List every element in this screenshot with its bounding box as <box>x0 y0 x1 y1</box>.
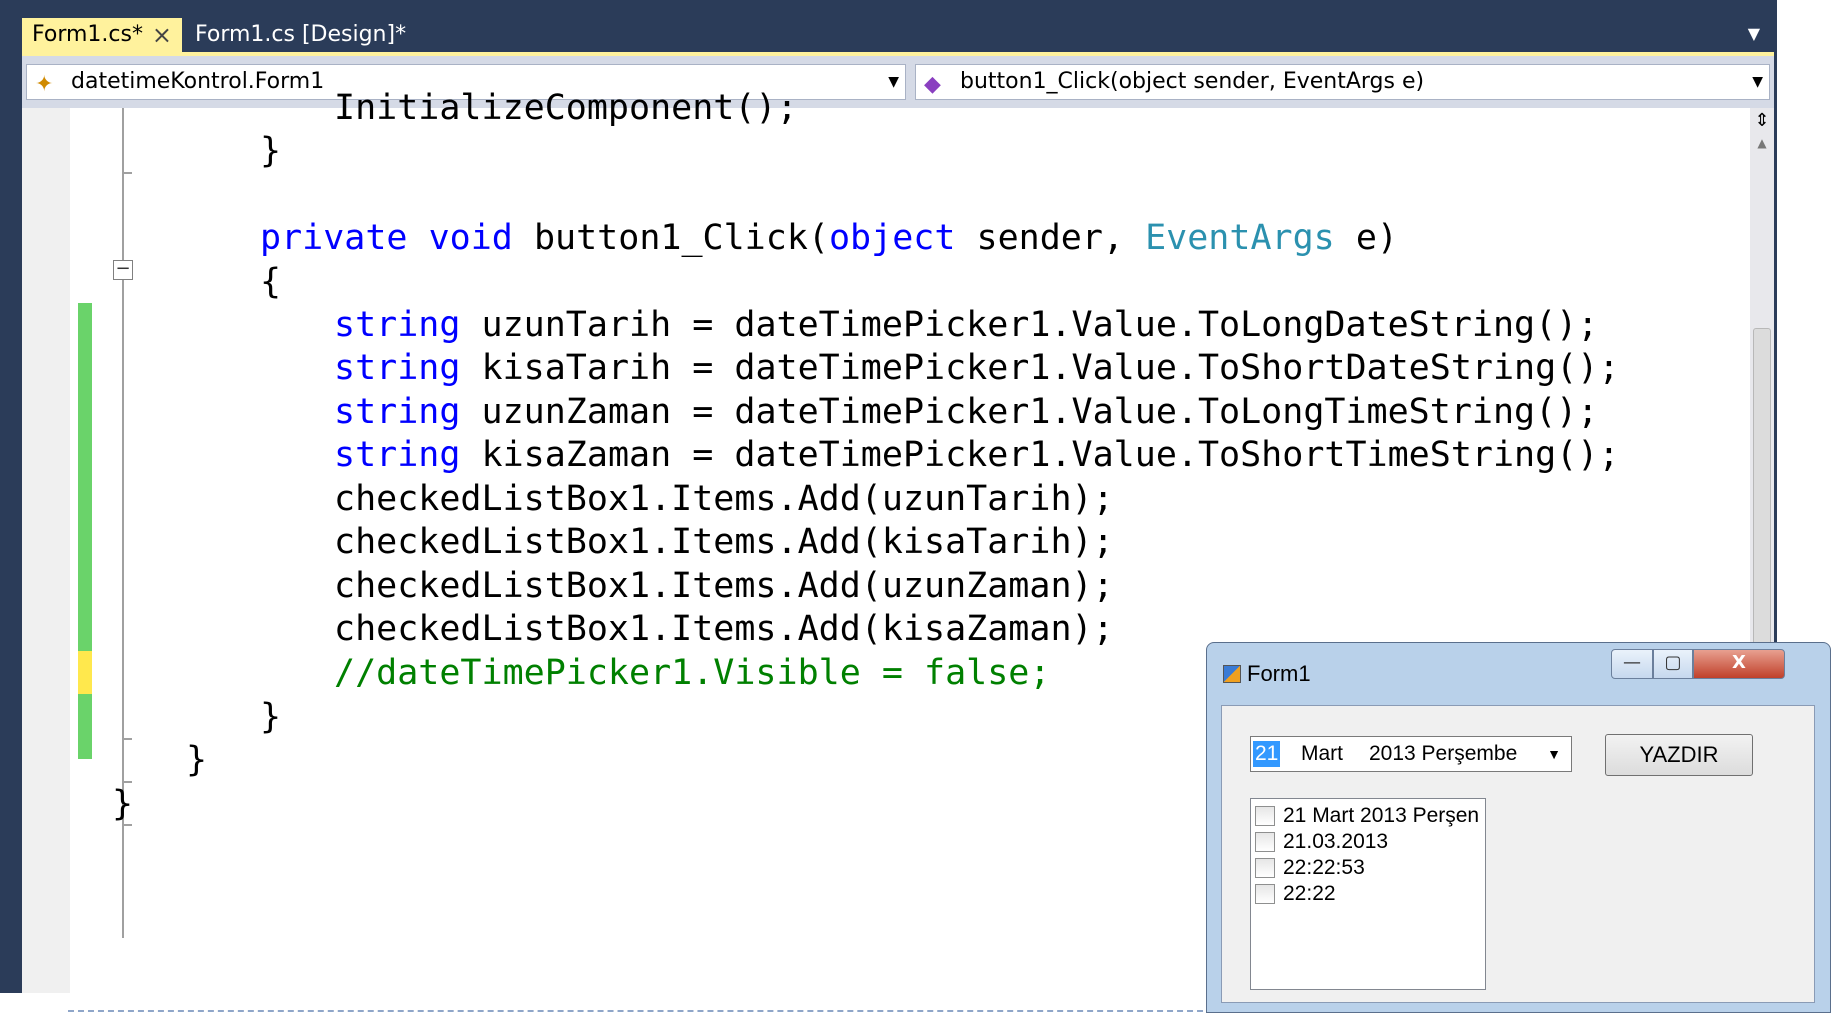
method-icon: ◆ <box>924 72 941 97</box>
keyword: object <box>828 218 956 258</box>
code-line: checkedListBox1.Items.Add(kisaZaman); <box>334 609 1114 649</box>
tab-form1-design[interactable]: Form1.cs [Design]* <box>185 18 425 52</box>
keyword: string <box>334 348 461 388</box>
code-line: string kisaTarih = dateTimePicker1.Value… <box>334 348 1619 388</box>
chevron-down-icon[interactable]: ▼ <box>888 65 899 99</box>
member-combo[interactable]: ◆ button1_Click(object sender, EventArgs… <box>915 64 1770 100</box>
keyword: void <box>428 218 513 258</box>
outlining-tick <box>122 738 132 740</box>
list-item[interactable]: 22:22 <box>1255 879 1336 909</box>
code-line: checkedListBox1.Items.Add(kisaTarih); <box>334 522 1114 562</box>
keyword: string <box>334 305 461 345</box>
checkbox[interactable] <box>1255 858 1275 879</box>
tab-overflow-dropdown-icon[interactable]: ▼ <box>1748 24 1760 43</box>
code-text: kisaZaman = dateTimePicker1.Value.ToShor… <box>481 435 1620 475</box>
code-text: uzunTarih = dateTimePicker1.Value.ToLong… <box>481 305 1599 345</box>
list-item-label: 21 Mart 2013 Perşen <box>1283 804 1480 827</box>
code-line: } <box>260 131 282 171</box>
chevron-down-icon[interactable]: ▼ <box>1752 65 1763 99</box>
checkbox[interactable] <box>1255 832 1275 853</box>
document-tab-strip: Form1.cs* × Form1.cs [Design]* ▼ <box>22 18 1774 52</box>
code-line: checkedListBox1.Items.Add(uzunZaman); <box>334 566 1114 606</box>
splitter-icon[interactable]: ⇕ <box>1752 110 1772 134</box>
collapse-icon[interactable]: − <box>113 260 133 280</box>
code-text: uzunZaman = dateTimePicker1.Value.ToLong… <box>481 392 1599 432</box>
scroll-up-icon[interactable]: ▲ <box>1752 136 1772 154</box>
window-title: Form1 <box>1247 661 1311 686</box>
outlining-tick <box>122 781 132 783</box>
maximize-button[interactable]: ▢ <box>1653 649 1693 679</box>
form-client-area: 21 Mart 2013 Perşembe ▼ YAZDIR 21 Mart 2… <box>1221 705 1815 1003</box>
type-combo-value: datetimeKontrol.Form1 <box>71 69 325 94</box>
list-item-label: 22:22:53 <box>1283 856 1365 879</box>
minimize-button[interactable]: — <box>1611 649 1653 679</box>
type-name: EventArgs <box>1145 218 1335 258</box>
keyword: string <box>334 392 461 432</box>
close-button[interactable]: X <box>1693 649 1785 679</box>
class-icon: ✦ <box>35 72 54 97</box>
method-name: button1_Click( <box>533 218 829 258</box>
checked-list-box[interactable]: 21 Mart 2013 Perşen 21.03.2013 22:22:53 … <box>1250 798 1486 990</box>
close-icon[interactable]: × <box>152 18 172 52</box>
unsaved-change-marker <box>78 651 92 694</box>
code-line: string uzunZaman = dateTimePicker1.Value… <box>334 392 1598 432</box>
navigation-bar: ✦ datetimeKontrol.Form1 ▼ ◆ button1_Clic… <box>22 56 1774 108</box>
keyword: private <box>260 218 408 258</box>
code-line: } <box>186 740 208 780</box>
param: sender, <box>976 218 1125 258</box>
code-line: string kisaZaman = dateTimePicker1.Value… <box>334 435 1619 475</box>
checkbox[interactable] <box>1255 806 1275 827</box>
code-comment-line: //dateTimePicker1.Visible = false; <box>334 653 1051 693</box>
code-line: } <box>112 784 134 824</box>
code-line: string uzunTarih = dateTimePicker1.Value… <box>334 305 1598 345</box>
code-line: checkedListBox1.Items.Add(uzunTarih); <box>334 479 1114 519</box>
dashed-divider <box>68 1010 1233 1012</box>
tab-form1-cs[interactable]: Form1.cs* × <box>22 18 182 52</box>
date-day-field[interactable]: 21 <box>1253 741 1281 767</box>
outlining-tick <box>122 824 132 826</box>
date-year-weekday-field[interactable]: 2013 Perşembe <box>1369 737 1517 771</box>
code-text: kisaTarih = dateTimePicker1.Value.ToShor… <box>481 348 1620 388</box>
editor-gutter <box>22 108 70 993</box>
tab-label: Form1.cs [Design]* <box>195 22 407 47</box>
form-app-icon <box>1223 665 1241 683</box>
list-item-label: 22:22 <box>1283 882 1336 905</box>
chevron-down-icon[interactable]: ▼ <box>1547 737 1561 771</box>
code-line: { <box>260 262 282 302</box>
checkbox[interactable] <box>1255 884 1275 905</box>
tab-label: Form1.cs* <box>32 22 143 47</box>
code-line: } <box>260 697 282 737</box>
outlining-tick <box>122 172 132 174</box>
code-line: InitializeComponent(); <box>334 88 798 128</box>
date-month-field[interactable]: Mart <box>1301 737 1343 771</box>
list-item-label: 21.03.2013 <box>1283 830 1389 853</box>
form1-window: Form1 — ▢ X 21 Mart 2013 Perşembe ▼ YAZD… <box>1206 642 1831 1013</box>
keyword: string <box>334 435 461 475</box>
param: e) <box>1355 218 1398 258</box>
member-combo-value: button1_Click(object sender, EventArgs e… <box>960 69 1425 94</box>
code-line: private void button1_Click(object sender… <box>260 218 1398 258</box>
yazdir-button[interactable]: YAZDIR <box>1605 734 1753 776</box>
date-time-picker[interactable]: 21 Mart 2013 Perşembe ▼ <box>1250 736 1572 772</box>
